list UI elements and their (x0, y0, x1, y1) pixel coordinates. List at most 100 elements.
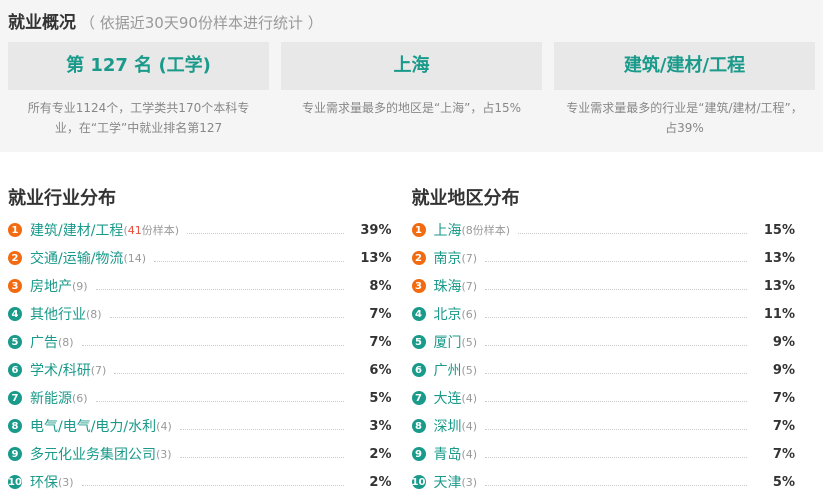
industry-name-link[interactable]: 其他行业 (30, 304, 86, 324)
region-list: 1 上海 (8份样本) 15% 2 南京 (7) 13% 3 珠海 (7) 13% 4 北京 (6) 11% 5… (411, 216, 816, 496)
industry-row: 5 广告 (8) 7% (8, 328, 392, 356)
overview-subtitle: （ 依据近30天90份样本进行统计 ） (80, 14, 323, 32)
industry-name-link[interactable]: 环保 (30, 472, 58, 492)
rank-badge: 1 (8, 223, 22, 237)
sample-count: (4) (461, 391, 478, 405)
top-industry-card: 建筑/建材/工程 专业需求量最多的行业是“建筑/建材/工程”，占39% (554, 42, 815, 138)
rank-badge: 5 (411, 335, 426, 349)
industry-name-link[interactable]: 广告 (30, 332, 58, 352)
count-close-paren: ) (174, 224, 180, 237)
rank-badge: 8 (8, 419, 22, 433)
sample-count: (8) (58, 335, 74, 349)
dotted-leader (485, 428, 747, 430)
dotted-leader (81, 484, 344, 486)
dotted-leader (81, 344, 344, 346)
rank-badge: 9 (8, 447, 22, 461)
dotted-leader (518, 232, 747, 234)
region-name-link[interactable]: 上海 (434, 220, 462, 240)
rank-card-value: 第 127 名 (工学) (8, 42, 269, 90)
overview-title: 就业概况（ 依据近30天90份样本进行统计 ） (8, 8, 323, 33)
top-region-card: 上海 专业需求量最多的地区是“上海”，占15% (281, 42, 542, 138)
percentage-value: 2% (369, 446, 392, 462)
region-name-link[interactable]: 珠海 (434, 276, 462, 296)
industry-name-link[interactable]: 电气/电气/电力/水利 (30, 416, 156, 436)
region-name-link[interactable]: 大连 (434, 388, 462, 408)
dotted-leader (485, 288, 747, 290)
sample-count: (3) (461, 475, 478, 489)
industry-row: 9 多元化业务集团公司 (3) 2% (8, 440, 392, 468)
region-name-link[interactable]: 广州 (434, 360, 462, 380)
dotted-leader (485, 400, 747, 402)
industry-name-link[interactable]: 交通/运输/物流 (30, 248, 123, 268)
region-name-link[interactable]: 北京 (434, 304, 462, 324)
sample-count: (8份样本) (461, 224, 511, 237)
rank-badge: 3 (8, 279, 22, 293)
sample-count: (3) (156, 447, 172, 461)
percentage-value: 9% (772, 334, 795, 350)
overview-title-text: 就业概况 (8, 13, 76, 33)
industry-row: 2 交通/运输/物流 (14) 13% (8, 244, 392, 272)
dotted-leader (114, 372, 344, 374)
dotted-leader (95, 288, 344, 290)
percentage-value: 15% (763, 222, 795, 238)
dotted-leader (485, 484, 747, 486)
rank-badge: 5 (8, 335, 22, 349)
sample-count: (4) (461, 447, 478, 461)
dotted-leader (179, 428, 344, 430)
rank-card: 第 127 名 (工学) 所有专业1124个，工学类共170个本科专业，在“工学… (8, 42, 269, 138)
sample-count: (4) (461, 419, 478, 433)
region-name-link[interactable]: 厦门 (434, 332, 462, 352)
dotted-leader (485, 316, 747, 318)
region-name-link[interactable]: 南京 (434, 248, 462, 268)
top-region-card-value: 上海 (281, 42, 542, 90)
sample-count: (14) (123, 251, 147, 265)
region-name-link[interactable]: 天津 (434, 472, 462, 492)
percentage-value: 7% (772, 446, 795, 462)
industry-row: 6 学术/科研 (7) 6% (8, 356, 392, 384)
industry-row: 3 房地产 (9) 8% (8, 272, 392, 300)
percentage-value: 5% (772, 474, 795, 490)
sample-count: (41份样本) (123, 222, 179, 238)
percentage-value: 7% (369, 334, 392, 350)
region-name-link[interactable]: 深圳 (434, 416, 462, 436)
industry-list: 1 建筑/建材/工程 (41份样本) 39% 2 交通/运输/物流 (14) 13% 3 房地产(… (8, 216, 412, 496)
dotted-leader (154, 260, 344, 262)
industry-row: 8 电气/电气/电力/水利 (4) 3% (8, 412, 392, 440)
sample-count: (9) (72, 279, 88, 293)
sample-count: (7) (461, 279, 478, 293)
sample-count: (7) (90, 363, 107, 377)
industry-name-link[interactable]: 房地产 (30, 276, 72, 296)
percentage-value: 2% (369, 474, 392, 490)
percentage-value: 8% (369, 278, 392, 294)
rank-badge: 3 (411, 279, 426, 293)
industry-name-link[interactable]: 多元化业务集团公司 (30, 444, 156, 464)
industry-row: 1 建筑/建材/工程 (41份样本) 39% (8, 216, 392, 244)
percentage-value: 13% (763, 278, 795, 294)
industry-row: 4 其他行业 (8) 7% (8, 300, 392, 328)
sample-count: (5) (461, 335, 478, 349)
industry-name-link[interactable]: 学术/科研 (30, 360, 91, 380)
rank-badge: 4 (411, 307, 426, 321)
rank-badge: 8 (411, 419, 426, 433)
sample-count: (7) (461, 251, 478, 265)
region-row: 8 深圳 (4) 7% (411, 412, 795, 440)
sample-count: (6) (72, 391, 88, 405)
rank-card-desc: 所有专业1124个，工学类共170个本科专业，在“工学”中就业排名第127 (27, 101, 250, 135)
region-name-link[interactable]: 青岛 (434, 444, 462, 464)
industry-row: 7 新能源 (6) 5% (8, 384, 392, 412)
region-row: 4 北京 (6) 11% (411, 300, 795, 328)
rank-badge: 4 (8, 307, 22, 321)
dotted-leader (95, 400, 344, 402)
rank-badge: 6 (411, 363, 426, 377)
region-row: 6 广州 (5) 9% (411, 356, 795, 384)
region-row: 10 天津 (3) 5% (411, 468, 795, 496)
dotted-leader (485, 372, 747, 374)
dotted-leader (187, 232, 344, 234)
industry-name-link[interactable]: 建筑/建材/工程 (30, 220, 123, 240)
rank-badge: 10 (411, 475, 426, 489)
percentage-value: 5% (369, 390, 392, 406)
industry-name-link[interactable]: 新能源 (30, 388, 72, 408)
region-section: 就业地区分布 1 上海 (8份样本) 15% 2 南京 (7) 13% 3 珠海 (7) 13% 4 北京… (411, 184, 816, 496)
region-row: 5 厦门 (5) 9% (411, 328, 795, 356)
percentage-value: 13% (763, 250, 795, 266)
